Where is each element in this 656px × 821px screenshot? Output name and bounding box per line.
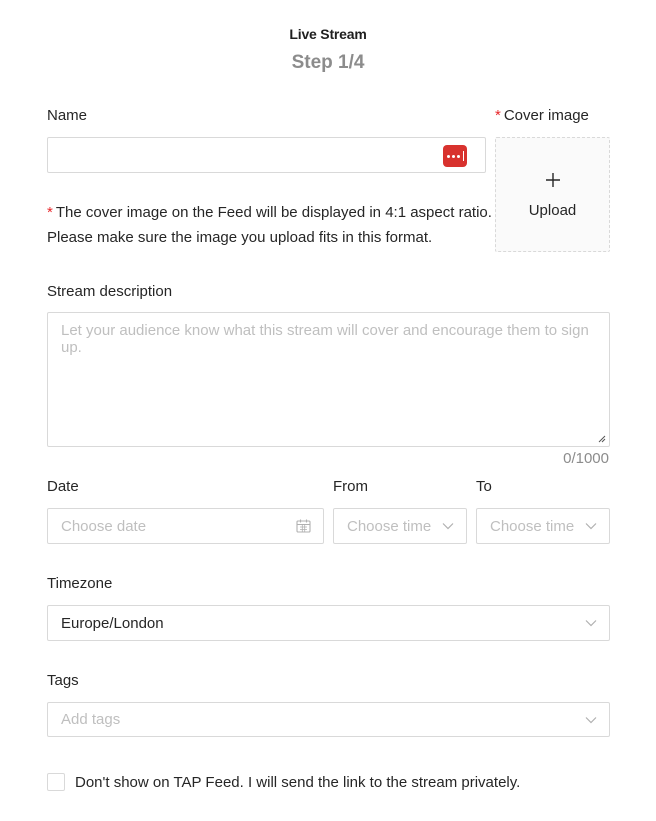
to-label: To — [476, 478, 492, 495]
timezone-value: Europe/London — [61, 614, 164, 632]
cover-note-line-1: * The cover image on the Feed will be dis… — [47, 204, 492, 221]
resize-handle-icon[interactable] — [598, 435, 606, 443]
date-label: Date — [47, 478, 79, 495]
to-time-select[interactable]: Choose time — [476, 508, 610, 544]
cover-image-upload[interactable]: Upload — [495, 137, 610, 252]
date-placeholder: Choose date — [61, 517, 147, 535]
from-label: From — [333, 478, 368, 495]
password-manager-icon[interactable] — [443, 145, 467, 167]
chevron-down-icon — [585, 523, 597, 530]
tags-placeholder: Add tags — [61, 711, 121, 728]
cover-note: * The cover image on the Feed will be dis… — [47, 200, 492, 250]
description-label: Stream description — [47, 283, 173, 300]
from-placeholder: Choose time — [347, 517, 432, 535]
from-time-select[interactable]: Choose time — [333, 508, 467, 544]
chevron-down-icon — [442, 523, 454, 530]
name-label: Name — [47, 107, 88, 124]
chevron-down-icon — [585, 620, 597, 627]
cover-note-line-2: Please make sure the image you upload fi… — [47, 229, 433, 246]
name-input[interactable] — [47, 137, 486, 173]
timezone-label: Timezone — [47, 575, 113, 592]
tags-select[interactable]: Add tags — [47, 702, 610, 737]
page-title: Live Stream — [289, 26, 367, 42]
description-placeholder: Let your audience know what this stream … — [61, 322, 589, 356]
required-mark: * — [47, 204, 53, 221]
private-stream-checkbox[interactable] — [47, 773, 65, 791]
cover-image-label: * Cover image — [495, 107, 589, 124]
chevron-down-icon — [585, 716, 597, 723]
calendar-icon — [296, 519, 311, 533]
to-placeholder: Choose time — [490, 517, 575, 535]
tags-label: Tags — [47, 672, 79, 689]
step-indicator: Step 1/4 — [291, 52, 365, 73]
timezone-select[interactable]: Europe/London — [47, 605, 610, 641]
description-textarea[interactable]: Let your audience know what this stream … — [47, 312, 610, 447]
cover-image-label-text: Cover image — [503, 107, 589, 124]
private-stream-label[interactable]: Don't show on TAP Feed. I will send the … — [75, 774, 520, 791]
description-counter: 0/1000 — [563, 450, 609, 467]
plus-icon — [545, 170, 561, 192]
required-mark: * — [495, 107, 501, 124]
date-picker[interactable]: Choose date — [47, 508, 324, 544]
upload-label: Upload — [528, 202, 577, 219]
